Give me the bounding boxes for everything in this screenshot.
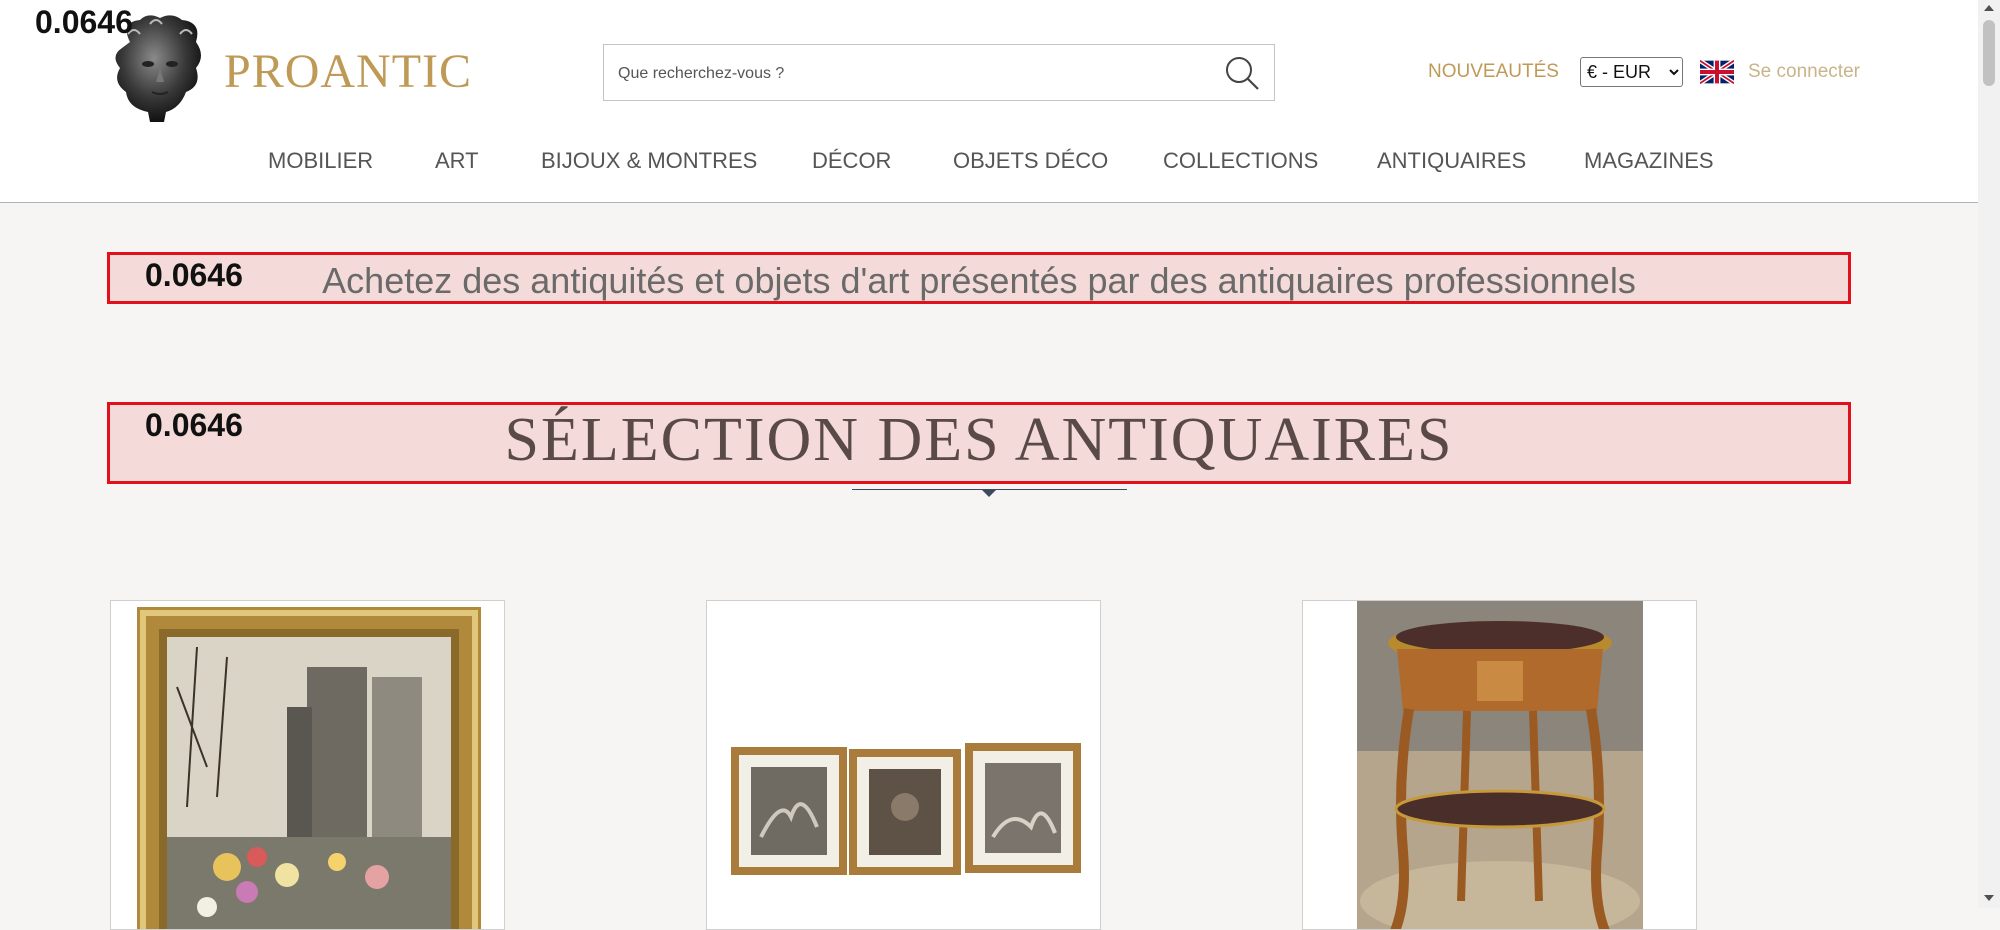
- tagline: Achetez des antiquités et objets d'art p…: [322, 260, 1636, 301]
- scroll-down-icon[interactable]: [1984, 895, 1994, 901]
- search-icon[interactable]: [1224, 55, 1260, 91]
- page-scrollbar[interactable]: [1978, 0, 2000, 908]
- engravings-image: [731, 743, 1081, 875]
- search-input[interactable]: [616, 45, 1200, 102]
- title-caret-icon: [982, 490, 996, 497]
- currency-select[interactable]: € - EUR: [1580, 57, 1683, 87]
- nav-item-art[interactable]: ART: [435, 148, 479, 174]
- nav-item-antiquaires[interactable]: ANTIQUAIRES: [1377, 148, 1526, 174]
- main-nav: MOBILIER ART BIJOUX & MONTRES DÉCOR OBJE…: [0, 148, 1978, 178]
- table-image: [1357, 601, 1643, 929]
- uk-flag-icon[interactable]: [1700, 60, 1734, 84]
- nav-item-decor[interactable]: DÉCOR: [812, 148, 891, 174]
- overlay-score-top: 0.0646: [35, 4, 133, 40]
- search-box: [603, 44, 1275, 102]
- nav-item-collections[interactable]: COLLECTIONS: [1163, 148, 1318, 174]
- brand-name[interactable]: PROANTIC: [224, 44, 472, 99]
- section-title: SÉLECTION DES ANTIQUAIRES: [504, 406, 1454, 474]
- product-card-painting[interactable]: [110, 600, 505, 930]
- product-card-table[interactable]: [1302, 600, 1697, 930]
- login-link[interactable]: Se connecter: [1748, 61, 1860, 83]
- nav-item-mobilier[interactable]: MOBILIER: [268, 148, 373, 174]
- scroll-thumb[interactable]: [1983, 20, 1995, 86]
- painting-image: [137, 607, 481, 929]
- nav-item-magazines[interactable]: MAGAZINES: [1584, 148, 1714, 174]
- nav-item-objets-deco[interactable]: OBJETS DÉCO: [953, 148, 1108, 174]
- nouveautes-link[interactable]: NOUVEAUTÉS: [1428, 61, 1559, 83]
- scroll-up-icon[interactable]: [1984, 5, 1994, 11]
- tagline-highlight: 0.0646 Achetez des antiquités et objets …: [107, 252, 1851, 304]
- site-header: PROANTIC NOUVEAUTÉS € - EUR Se connecter…: [0, 0, 1978, 203]
- section-title-highlight: 0.0646 SÉLECTION DES ANTIQUAIRES: [107, 402, 1851, 484]
- nav-item-bijoux-montres[interactable]: BIJOUX & MONTRES: [541, 148, 757, 174]
- product-card-engravings[interactable]: [706, 600, 1101, 930]
